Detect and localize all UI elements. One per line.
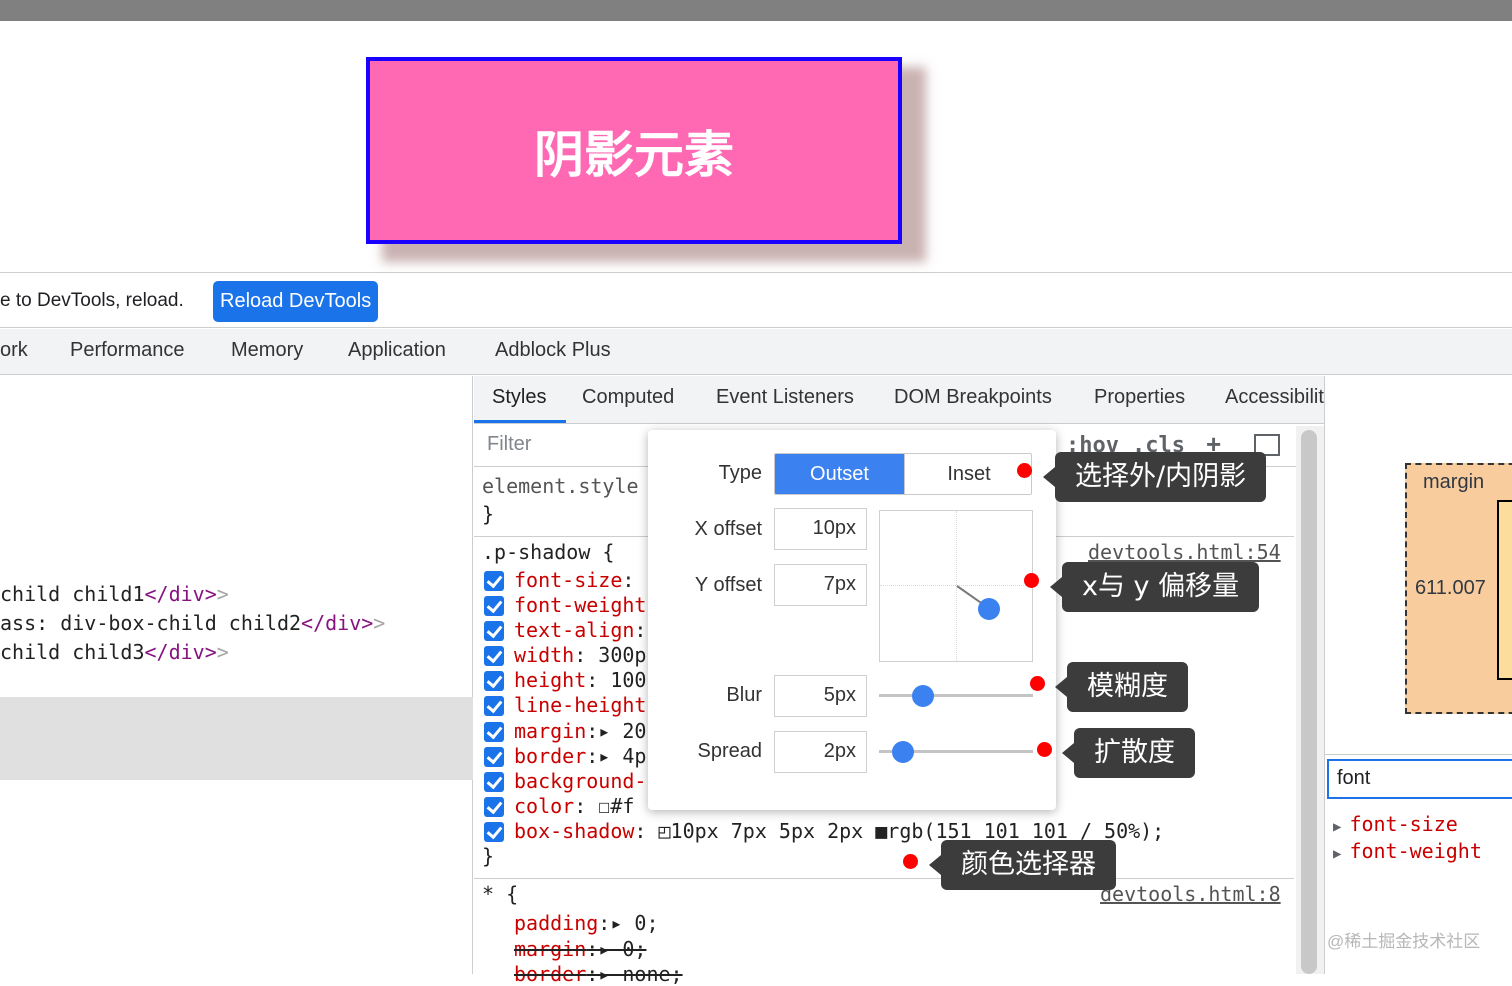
decl-checkbox[interactable] [484, 696, 504, 716]
decl-border[interactable]: border:▸ 4p [514, 744, 646, 768]
devtools-main-tabs: ork Performance Memory Application Adblo… [0, 329, 1512, 375]
dom-node-child2[interactable]: ass: div-box-child child2</div>> [0, 611, 385, 635]
inset-button[interactable]: Inset [904, 454, 1031, 494]
elements-dom-tree: child child1</div>> ass: div-box-child c… [0, 376, 473, 974]
decl-width[interactable]: width: 300p [514, 643, 646, 667]
tab-performance[interactable]: Performance [70, 339, 185, 362]
reload-devtools-button[interactable]: Reload DevTools [213, 281, 379, 322]
decl-line-height[interactable]: line-height [514, 693, 646, 717]
element-style-selector[interactable]: element.style [482, 474, 639, 498]
spread-label: Spread [697, 740, 763, 762]
decl-color[interactable]: color: ☐#f [514, 794, 634, 818]
tab-properties[interactable]: Properties [1094, 386, 1185, 409]
tab-event-listeners[interactable]: Event Listeners [716, 386, 854, 409]
devtools-infobar: e to DevTools, reload. Reload DevTools [0, 274, 1512, 328]
y-offset-input[interactable]: 7px [774, 564, 867, 606]
y-offset-label: Y offset [694, 574, 762, 596]
blur-input[interactable]: 5px [774, 675, 867, 717]
tab-adblock-plus[interactable]: Adblock Plus [495, 339, 611, 362]
tab-accessibility[interactable]: Accessibility [1225, 386, 1334, 409]
tab-application[interactable]: Application [348, 339, 446, 362]
type-label: Type [718, 462, 762, 484]
box-shadow-editor: Type Outset Inset X offset 10px Y offset… [648, 430, 1056, 810]
blur-slider-thumb[interactable] [912, 685, 934, 707]
computed-prop-font-weight[interactable]: ▶ font-weight [1333, 839, 1482, 863]
tab-styles[interactable]: Styles [492, 386, 546, 409]
blur-label: Blur [726, 684, 762, 706]
expand-triangle-icon[interactable]: ▶ [1333, 846, 1341, 862]
decl-checkbox[interactable] [484, 747, 504, 767]
spread-slider-thumb[interactable] [892, 741, 914, 763]
box-model-margin-value: 611.007 [1415, 577, 1486, 599]
tab-memory[interactable]: Memory [231, 339, 303, 362]
decl-font-weight[interactable]: font-weight [514, 593, 646, 617]
decl-checkbox[interactable] [484, 822, 504, 842]
computed-filter-input[interactable]: font [1327, 759, 1512, 799]
universal-selector[interactable]: * { [482, 882, 518, 906]
box-model-margin-label: margin [1423, 471, 1485, 493]
decl-checkbox[interactable] [484, 596, 504, 616]
x-offset-input[interactable]: 10px [774, 508, 867, 550]
decl-padding[interactable]: padding:▸ 0; [514, 911, 659, 935]
annotation-dot [903, 854, 918, 869]
tab-dom-breakpoints[interactable]: DOM Breakpoints [894, 386, 1052, 409]
styles-sub-tabs: Styles Computed Event Listeners DOM Brea… [474, 376, 1334, 424]
decl-border-overridden[interactable]: border:▸ none; [514, 962, 683, 986]
spread-input[interactable]: 2px [774, 731, 867, 773]
browser-top-strip [0, 0, 1512, 21]
styles-scrollbar-thumb[interactable] [1301, 430, 1317, 974]
page-viewport: 阴影元素 [0, 21, 1512, 273]
dom-node-child3[interactable]: child child3</div>> [0, 640, 229, 664]
styles-filter-input[interactable]: Filter [487, 433, 531, 456]
blur-slider-track[interactable] [879, 694, 1033, 697]
outset-button[interactable]: Outset [775, 454, 904, 494]
active-tab-indicator [474, 420, 566, 423]
decl-margin-overridden[interactable]: margin:▸ 0; [514, 937, 646, 961]
shadow-element-text: 阴影元素 [534, 125, 734, 184]
callout-color: 颜色选择器 [929, 840, 1116, 890]
annotation-dot [1017, 463, 1032, 478]
callout-type: 选择外/内阴影 [1042, 452, 1267, 502]
divider [1325, 754, 1512, 755]
annotation-dot [1024, 573, 1039, 588]
decl-checkbox[interactable] [484, 797, 504, 817]
computed-sidebar: margin 611.007 font ▶ font-size ▶ font-wei… [1324, 376, 1512, 974]
shadow-type-toggle: Outset Inset [774, 453, 1032, 495]
infobar-message: e to DevTools, reload. [0, 290, 184, 311]
box-model-border[interactable] [1497, 500, 1512, 680]
expand-triangle-icon[interactable]: ▶ [1333, 819, 1341, 835]
tab-network[interactable]: ork [0, 339, 28, 362]
decl-checkbox[interactable] [484, 646, 504, 666]
decl-margin[interactable]: margin:▸ 20 [514, 719, 646, 743]
rule-divider [474, 878, 1294, 879]
decl-height[interactable]: height: 100 [514, 668, 646, 692]
xy-offset-handle[interactable] [978, 598, 1000, 620]
element-style-close: } [482, 502, 495, 526]
p-shadow-source-link[interactable]: devtools.html:54 [1088, 540, 1281, 564]
decl-background[interactable]: background- [514, 769, 646, 793]
xy-offset-pad[interactable] [879, 510, 1033, 662]
p-shadow-selector[interactable]: .p-shadow { [482, 540, 614, 564]
dom-node-child1[interactable]: child child1</div>> [0, 582, 229, 606]
decl-checkbox[interactable] [484, 772, 504, 792]
decl-font-size[interactable]: font-size: [514, 568, 634, 592]
universal-source-link[interactable]: devtools.html:8 [1100, 882, 1281, 906]
callout-spread: 扩散度 [1062, 728, 1195, 778]
decl-checkbox[interactable] [484, 722, 504, 742]
tab-computed[interactable]: Computed [582, 386, 674, 409]
decl-checkbox[interactable] [484, 671, 504, 691]
decl-checkbox[interactable] [484, 621, 504, 641]
shadow-element[interactable]: 阴影元素 [366, 57, 902, 244]
dom-selected-row[interactable] [0, 697, 473, 780]
callout-xy: x与 y 偏移量 [1049, 562, 1260, 612]
callout-blur: 模糊度 [1055, 662, 1188, 712]
p-shadow-close: } [482, 844, 495, 868]
x-offset-label: X offset [694, 518, 762, 540]
decl-checkbox[interactable] [484, 571, 504, 591]
annotation-dot [1030, 676, 1045, 691]
computed-prop-font-size[interactable]: ▶ font-size [1333, 812, 1458, 836]
decl-text-align[interactable]: text-align: [514, 618, 646, 642]
annotation-dot [1037, 742, 1052, 757]
watermark: @稀土掘金技术社区 [1327, 932, 1481, 951]
